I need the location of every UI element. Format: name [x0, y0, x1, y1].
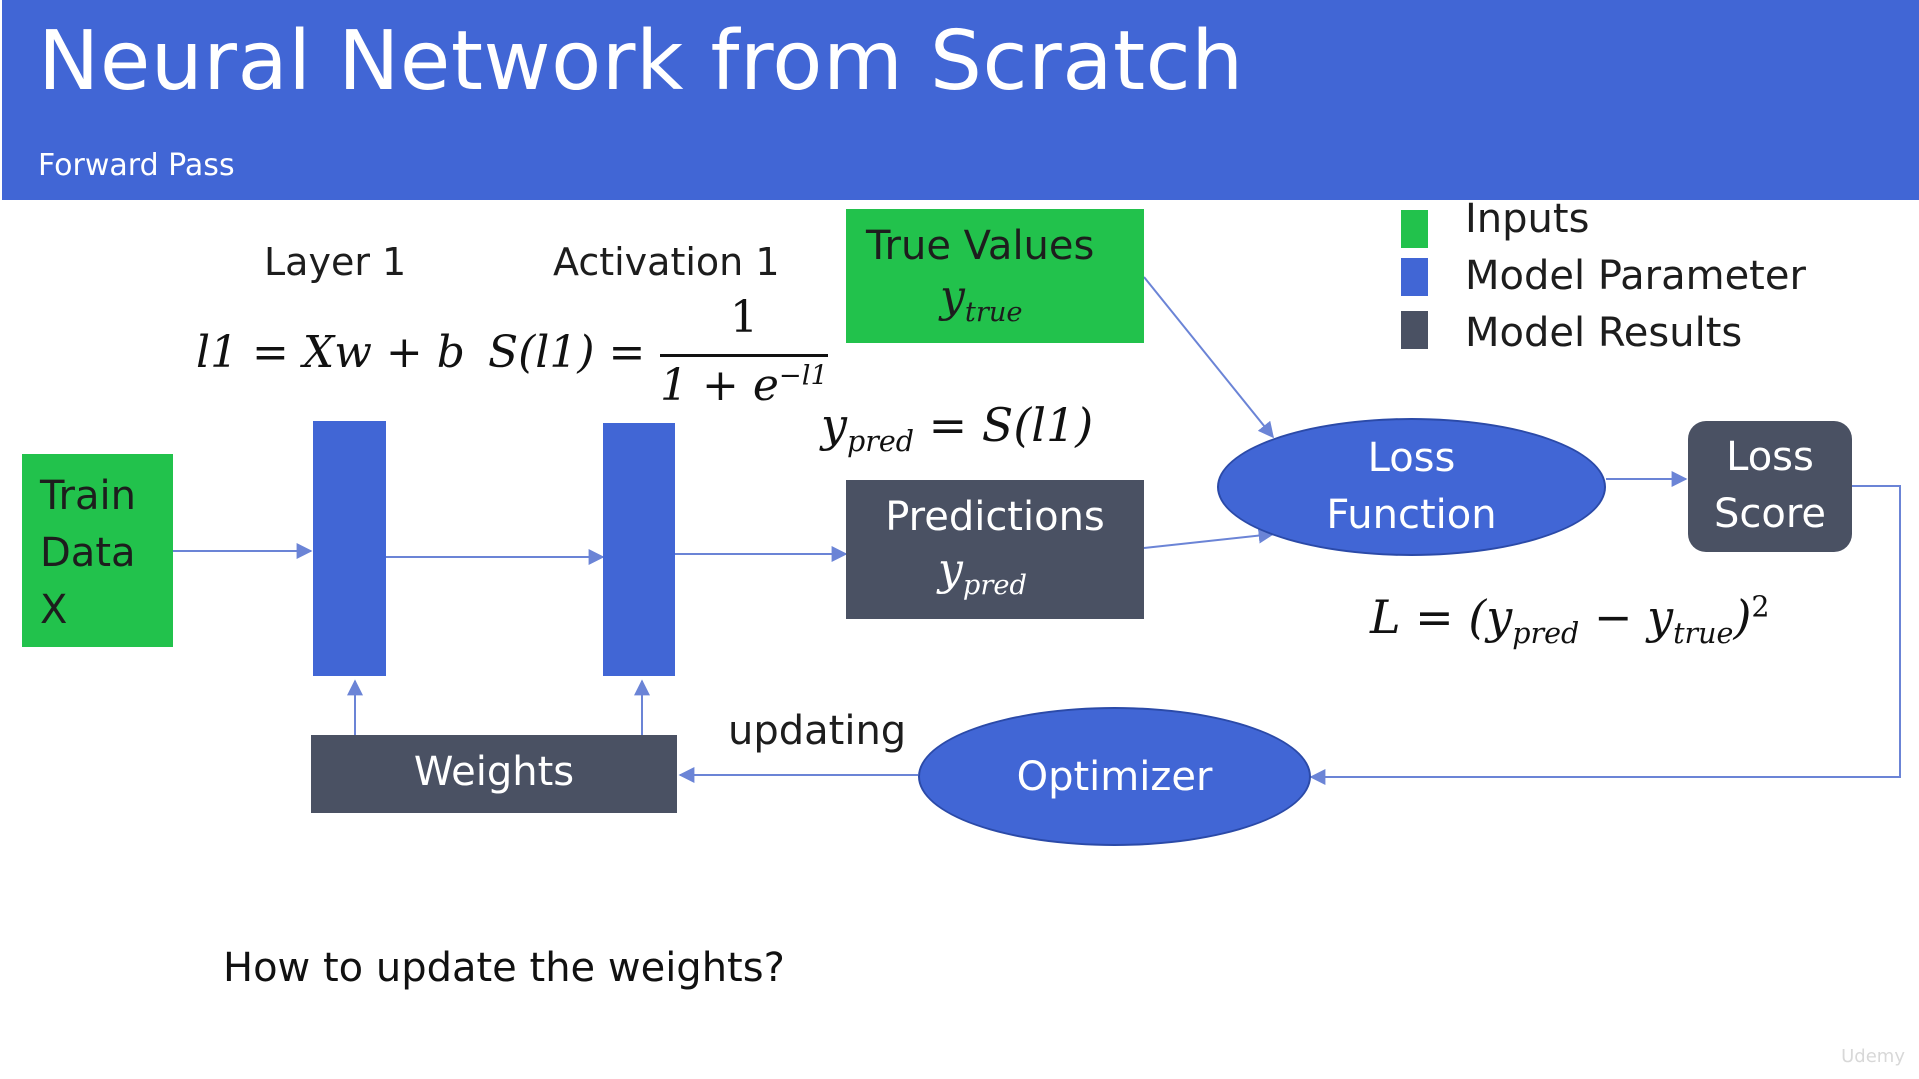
loss-formula: L = (ypred − ytrue)2	[1370, 590, 1770, 650]
loss-formula-exponent: 2	[1751, 590, 1770, 624]
updating-label: updating	[728, 708, 907, 754]
sigmoid-fraction-bar	[660, 354, 828, 357]
optimizer-ellipse: Optimizer	[918, 707, 1311, 846]
loss-formula-minus: −	[1579, 590, 1648, 644]
loss-score-label: Loss Score	[1713, 434, 1827, 537]
optimizer-label: Optimizer	[1016, 753, 1213, 800]
predictions-box: Predictions ypred	[846, 480, 1144, 619]
activation1-label: Activation 1	[553, 240, 780, 284]
loss-function-label: Loss Function	[1326, 435, 1497, 538]
weights-box: Weights	[311, 735, 677, 813]
loss-formula-lhs: L = (	[1370, 590, 1487, 644]
y-true-subscript: true	[964, 296, 1023, 328]
loss-formula-ytrue-sub: true	[1673, 617, 1734, 651]
ypred-def-subscript: pred	[847, 425, 915, 459]
weights-label: Weights	[413, 749, 575, 795]
true-values-label: True Values	[866, 223, 1095, 269]
sigmoid-denominator-base: 1 + e	[660, 360, 779, 411]
legend-label-inputs: Inputs	[1465, 196, 1590, 242]
sigmoid-denominator-exponent: −l1	[778, 360, 828, 392]
predictions-label: Predictions	[885, 494, 1105, 540]
y-pred-base: y	[938, 544, 963, 595]
legend-label-model-parameter: Model Parameter	[1465, 253, 1806, 299]
loss-formula-ytrue: y	[1647, 590, 1674, 644]
sigmoid-denominator: 1 + e−l1	[660, 360, 828, 411]
activation1-bar	[603, 423, 675, 676]
y-pred-symbol: ypred	[938, 544, 1027, 601]
train-data-label: Train Data X	[40, 473, 136, 633]
sigmoid-formula-lhs: S(l1) =	[488, 327, 646, 378]
y-true-symbol: ytrue	[940, 271, 1023, 328]
layer1-label: Layer 1	[264, 240, 407, 284]
loss-formula-close: )	[1733, 590, 1752, 644]
legend-swatch-model-results	[1401, 311, 1428, 349]
ypred-def-rhs: = S(l1)	[914, 398, 1094, 452]
loss-function-ellipse: Loss Function	[1217, 418, 1606, 556]
layer-formula: l1 = Xw + b	[196, 327, 465, 378]
legend-swatch-inputs	[1401, 210, 1428, 248]
loss-formula-ypred: y	[1486, 590, 1513, 644]
legend-label-model-results: Model Results	[1465, 310, 1743, 356]
train-data-box: Train Data X	[22, 454, 173, 647]
loss-formula-ypred-sub: pred	[1512, 617, 1580, 651]
ypred-definition: ypred = S(l1)	[821, 398, 1093, 458]
y-true-base: y	[940, 271, 965, 322]
true-values-box: True Values ytrue	[846, 209, 1144, 343]
legend-swatch-model-parameter	[1401, 258, 1428, 296]
ypred-def-symbol: y	[821, 398, 847, 452]
loss-score-box: Loss Score	[1688, 421, 1852, 552]
arrow-predictions-to-loss	[1143, 527, 1275, 549]
footer-question: How to update the weights?	[223, 945, 785, 991]
layer1-bar	[313, 421, 386, 676]
watermark: Udemy	[1841, 1046, 1905, 1067]
arrow-truevalues-to-loss	[1143, 276, 1275, 439]
sigmoid-numerator: 1	[730, 292, 758, 343]
y-pred-subscript: pred	[962, 569, 1027, 601]
